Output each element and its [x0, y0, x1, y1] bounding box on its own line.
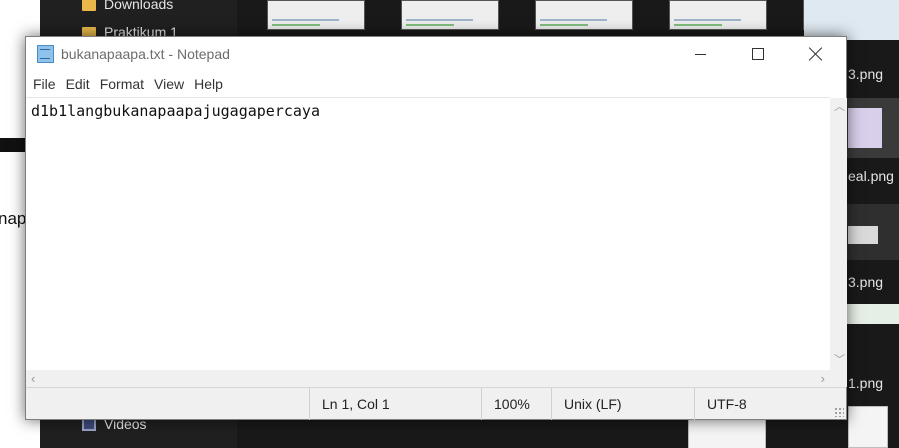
nav-item-downloads[interactable]: Downloads: [82, 0, 173, 12]
file-label: eal.png: [848, 168, 894, 184]
editor-content[interactable]: d1b1langbukanapaapajugagapercaya: [31, 102, 320, 120]
resize-grip-icon[interactable]: [834, 407, 844, 417]
image-preview: [848, 108, 882, 148]
window-title: bukanapaapa.txt - Notepad: [61, 46, 230, 62]
text-editor-area[interactable]: d1b1langbukanapaapajugagapercaya: [26, 97, 830, 370]
document-icon[interactable]: [848, 406, 888, 448]
menu-edit[interactable]: Edit: [61, 71, 95, 97]
maximize-button[interactable]: [735, 37, 781, 71]
title-bar[interactable]: bukanapaapa.txt - Notepad: [26, 37, 846, 71]
maximize-icon: [752, 48, 764, 60]
status-zoom: 100%: [481, 388, 551, 420]
status-line-ending: Unix (LF): [551, 388, 694, 420]
status-encoding: UTF-8: [694, 388, 846, 420]
scrollbar-corner: [830, 370, 847, 387]
file-label: 3.png: [848, 66, 884, 82]
file-thumbnail[interactable]: [401, 0, 499, 30]
scroll-up-icon[interactable]: ︿: [834, 102, 845, 113]
menu-bar: File Edit Format View Help: [26, 71, 846, 97]
scroll-left-icon[interactable]: ‹: [31, 372, 35, 385]
menu-format[interactable]: Format: [95, 71, 149, 97]
vertical-scrollbar[interactable]: ︿ ﹀: [830, 98, 847, 370]
minimize-icon: [694, 53, 706, 55]
file-thumbnail[interactable]: [804, 0, 899, 40]
status-bar: Ln 1, Col 1 100% Unix (LF) UTF-8: [26, 387, 846, 420]
background-partial-text: nap: [0, 209, 27, 228]
image-preview: [848, 226, 878, 244]
minimize-button[interactable]: [677, 37, 723, 71]
file-thumbnail[interactable]: [535, 0, 633, 30]
file-label: 3.png: [848, 274, 884, 290]
file-label: 1.png: [848, 375, 884, 391]
menu-file[interactable]: File: [28, 71, 61, 97]
notepad-icon: [37, 45, 54, 63]
horizontal-scrollbar[interactable]: ‹ ›: [26, 370, 830, 387]
scroll-right-icon[interactable]: ›: [821, 372, 825, 385]
folder-icon: [82, 0, 96, 11]
nav-item-label: Downloads: [104, 0, 174, 12]
file-thumbnail[interactable]: [669, 0, 767, 30]
close-button[interactable]: [793, 37, 839, 71]
menu-help[interactable]: Help: [189, 71, 228, 97]
file-thumbnail[interactable]: [267, 0, 365, 30]
status-cursor-position: Ln 1, Col 1: [309, 388, 481, 420]
close-icon: [809, 47, 823, 61]
scroll-down-icon[interactable]: ﹀: [834, 355, 845, 366]
menu-view[interactable]: View: [149, 71, 189, 97]
notepad-window: bukanapaapa.txt - Notepad File Edit Form…: [25, 36, 847, 420]
